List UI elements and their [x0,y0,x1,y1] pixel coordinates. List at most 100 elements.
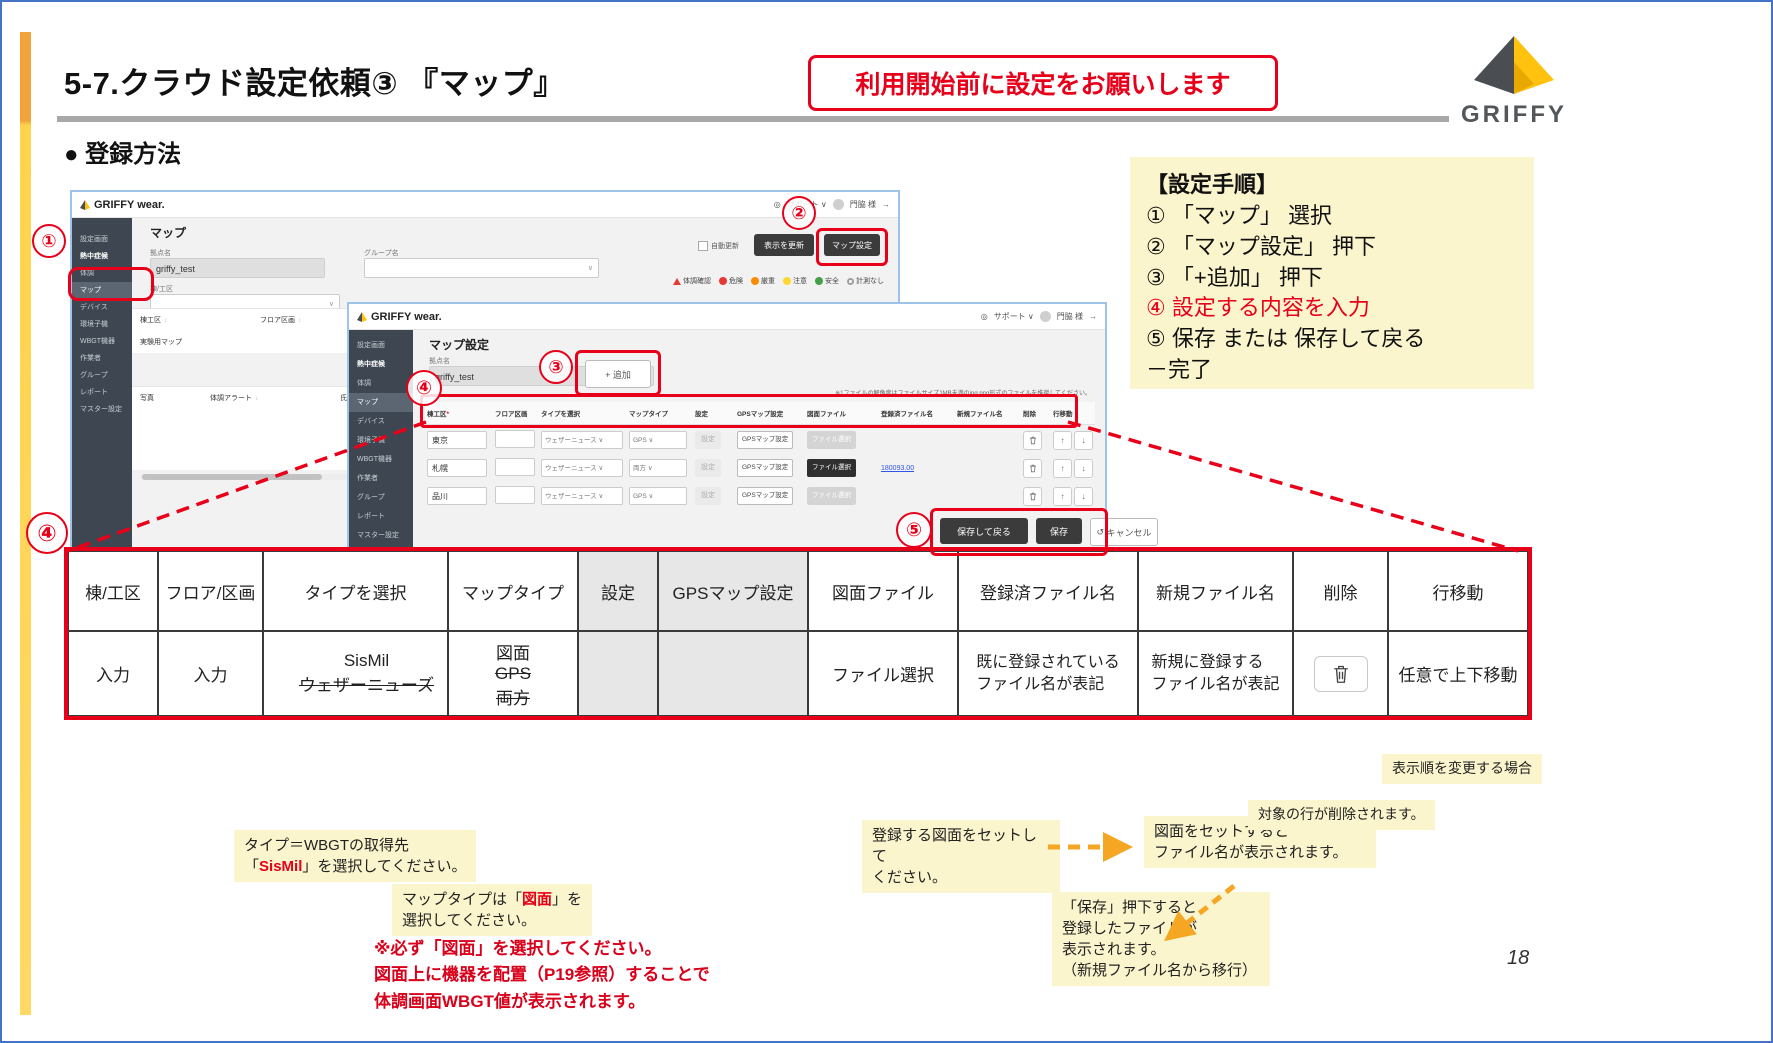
sidebar-item-map[interactable]: マップ [349,393,413,412]
griffy-logo-icon [1468,36,1560,94]
add-button[interactable]: + 追加 [585,360,651,388]
logout-icon[interactable]: → [1089,312,1097,321]
sidebar-item-report[interactable]: レポート [72,384,132,401]
save-button[interactable]: 保存 [1036,518,1082,544]
sidebar-item-master[interactable]: マスター設定 [72,401,132,418]
support-icon: ◎ [981,312,988,321]
griffy-logo: GRIFFY [1454,36,1574,129]
hdr-file: 図面ファイル [808,551,958,631]
sidebar-item-device[interactable]: デバイス [349,412,413,431]
sidebar-item-worker[interactable]: 作業者 [72,350,132,367]
sidebar-item-report[interactable]: レポート [349,507,413,526]
sidebar-item-wbgt[interactable]: WBGT機器 [72,333,132,350]
auto-refresh-checkbox[interactable]: 自動更新 [698,241,739,251]
steps-footer: －完了 [1146,355,1518,386]
building-input[interactable]: 品川 [427,487,487,505]
refresh-view-button[interactable]: 表示を更新 [754,234,814,256]
floor-input[interactable] [495,430,535,448]
move-up-button[interactable]: ↑ [1053,459,1072,478]
col-condition-alert[interactable]: 体調アラート↕ [202,393,332,403]
app-logo-icon [80,200,90,210]
col-building[interactable]: 棟工区↕ [132,315,252,325]
move-down-button[interactable]: ↓ [1074,487,1093,506]
gps-map-setting-button[interactable]: GPSマップ設定 [737,459,793,477]
type-select[interactable]: ウェザーニュース ∨ [541,431,623,449]
hdr-newfile: 新規ファイル名 [1138,551,1293,631]
move-down-button[interactable]: ↓ [1074,431,1093,450]
delete-button[interactable] [1314,656,1368,692]
move-down-button[interactable]: ↓ [1074,459,1093,478]
map-page-title: マップ [150,224,186,241]
registered-file-link[interactable]: 180093.00 [881,465,914,472]
sidebar-section-heatstroke: 熱中症候 [349,355,413,374]
sidebar-item-env-sensor[interactable]: 環境子機 [72,316,132,333]
gps-map-setting-button[interactable]: GPSマップ設定 [737,431,793,449]
maptype-select[interactable]: GPS ∨ [629,431,687,449]
group-select[interactable]: ∨ [364,258,599,278]
file-select-button[interactable]: ファイル選択 [807,459,856,477]
save-and-back-button[interactable]: 保存して戻る [940,518,1028,544]
cancel-button[interactable]: ↺ キャンセル [1090,518,1158,546]
grid-row-sapporo: 札幌 ウェザーニュース ∨ 両方 ∨ 設定 GPSマップ設定 ファイル選択 18… [425,456,1089,480]
avatar[interactable] [833,199,844,210]
gh-maptype: マップタイプ [627,408,693,418]
app-logo-icon [357,312,367,322]
sidebar-item-worker[interactable]: 作業者 [349,469,413,488]
support-menu[interactable]: サポート ∨ [994,311,1034,322]
type-select[interactable]: ウェザーニュース ∨ [541,487,623,505]
notice-text: 利用開始前に設定をお願いします [855,65,1230,101]
note-delete-row: 対象の行が削除されます。 [1248,800,1435,830]
gh-file: 図面ファイル [805,408,879,418]
sidebar-item-device[interactable]: デバイス [72,299,132,316]
section-heading: ● 登録方法 [64,134,181,169]
checkbox-icon [698,241,708,251]
group-label: グループ名 [364,248,399,258]
move-up-button[interactable]: ↑ [1053,431,1072,450]
building-input[interactable]: 札幌 [427,459,487,477]
step-3: ③ 「+追加」 押下 [1146,263,1518,294]
avatar[interactable] [1040,311,1051,322]
hdr-type: タイプを選択 [263,551,448,631]
logout-icon[interactable]: → [882,200,890,209]
gps-map-setting-button[interactable]: GPSマップ設定 [737,487,793,505]
delete-row-button[interactable] [1023,459,1042,478]
sidebar-item-master[interactable]: マスター設定 [349,526,413,545]
caution-dot-icon [783,277,791,285]
move-up-button[interactable]: ↑ [1053,487,1072,506]
delete-row-button[interactable] [1023,431,1042,450]
sidebar-item-map[interactable]: マップ [72,282,132,299]
type-select[interactable]: ウェザーニュース ∨ [541,459,623,477]
sidebar-item-settings[interactable]: 設定画面 [72,231,132,248]
map-row-name: 実験用マップ [132,337,252,347]
sidebar-item-condition[interactable]: 体調 [72,265,132,282]
sidebar-item-group[interactable]: グループ [72,367,132,384]
gh-move: 行移動 [1051,408,1089,418]
severe-dot-icon [751,277,759,285]
site-input[interactable]: griffy_test [150,258,325,278]
floor-input[interactable] [495,458,535,476]
file-select-button: ファイル選択 [807,487,856,505]
sidebar-item-group[interactable]: グループ [349,488,413,507]
step-2: ② 「マップ設定」 押下 [1146,232,1518,263]
floor-input[interactable] [495,486,535,504]
title-divider [57,116,1449,122]
maptype-select[interactable]: 両方 ∨ [629,459,687,477]
callout-1: ① [32,224,66,258]
warning-zumen-required: ※必ず「図面」を選択してください。 図面上に機器を配置（P19参照）することで … [374,936,710,1015]
maptype-select[interactable]: GPS ∨ [629,487,687,505]
sidebar-item-condition[interactable]: 体調 [349,374,413,393]
building-input[interactable]: 東京 [427,431,487,449]
status-legend: 体調確認 危険 厳重 注意 安全 計測なし [673,276,884,286]
sidebar-item-env-sensor[interactable]: 環境子機 [349,431,413,450]
sidebar-item-wbgt[interactable]: WBGT機器 [349,450,413,469]
grid-row-shinagawa: 品川 ウェザーニュース ∨ GPS ∨ 設定 GPSマップ設定 ファイル選択 ↑… [425,484,1089,508]
scrollbar-thumb[interactable] [142,474,322,480]
sidebar-item-settings[interactable]: 設定画面 [349,336,413,355]
app-logo: GRIFFY wear. [80,199,165,211]
description-table-body: 入力 入力 SisMil ウェザーニューズ 図面 GPS 両方 ファイル選択 既… [68,631,1528,716]
cell-file: ファイル選択 [808,631,958,716]
chevron-down-icon: ∨ [588,259,593,279]
map-setting-button[interactable]: マップ設定 [824,234,880,256]
sort-icon: ↕ [298,318,301,324]
delete-row-button[interactable] [1023,487,1042,506]
